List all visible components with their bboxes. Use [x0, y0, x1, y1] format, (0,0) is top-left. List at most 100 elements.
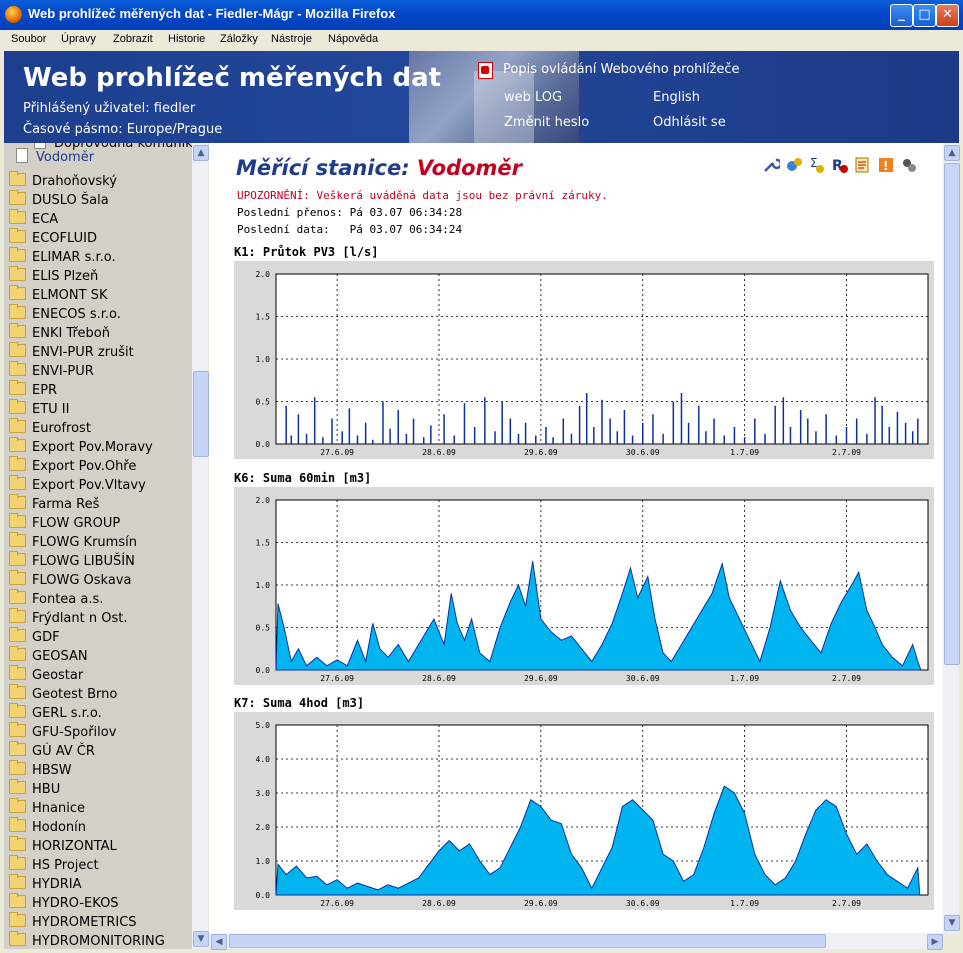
- tree-item[interactable]: Export Pov.Moravy: [9, 437, 153, 457]
- scroll-up-icon[interactable]: ▲: [193, 145, 209, 161]
- alarm-icon[interactable]: !: [877, 156, 895, 174]
- tree-item[interactable]: ELMONT SK: [9, 285, 107, 305]
- horizontal-scroll-thumb[interactable]: [229, 934, 826, 948]
- tree-item[interactable]: HS Project: [9, 855, 99, 875]
- tree-item[interactable]: Export Pov.Ohře: [9, 456, 136, 476]
- tree-item[interactable]: FLOW GROUP: [9, 513, 120, 533]
- folder-icon: [9, 209, 26, 224]
- folder-icon: [9, 779, 26, 794]
- tree-item[interactable]: HBSW: [9, 760, 72, 780]
- tree-item[interactable]: ELIMAR s.r.o.: [9, 247, 116, 267]
- tree-item[interactable]: HYDRIA: [9, 874, 82, 894]
- tree-item[interactable]: HORIZONTAL: [9, 836, 117, 856]
- sidebar-scrollbar[interactable]: ▲ ▼: [192, 143, 209, 949]
- tree-item[interactable]: FLOWG Krumsín: [9, 532, 137, 552]
- y-tick-label: 2.0: [256, 270, 271, 279]
- x-tick-label: 2.7.09: [832, 448, 861, 457]
- scroll-right-icon[interactable]: ▶: [927, 934, 943, 950]
- y-tick-label: 0.0: [256, 666, 271, 675]
- menu-napoveda[interactable]: Nápověda: [328, 33, 378, 45]
- tree-item[interactable]: ENECOS s.r.o.: [9, 304, 121, 324]
- tree-item[interactable]: ENVI-PUR: [9, 361, 94, 381]
- main-scroll-thumb[interactable]: [944, 163, 960, 665]
- close-button[interactable]: ✕: [936, 4, 959, 27]
- menu-upravy[interactable]: Úpravy: [61, 33, 96, 45]
- folder-icon: [9, 741, 26, 756]
- station-label: Měřící stanice:: [236, 156, 410, 180]
- maximize-button[interactable]: □: [913, 4, 936, 27]
- tree-item[interactable]: EPR: [9, 380, 57, 400]
- english-link[interactable]: English: [653, 90, 700, 105]
- scroll-down-icon[interactable]: ▼: [193, 931, 209, 947]
- tree-item[interactable]: DUSLO Šala: [9, 190, 109, 210]
- tree-item-label: Geostar: [32, 668, 84, 683]
- folder-icon: [9, 323, 26, 338]
- menu-soubor[interactable]: Soubor: [11, 33, 46, 45]
- tree-item[interactable]: ECOFLUID: [9, 228, 97, 248]
- tree-item[interactable]: ENVI-PUR zrušit: [9, 342, 134, 362]
- chart-k1-svg: 27.6.09 28.6.09 29.6.09 30.6.09 1.7.09 2.7.09…: [256, 270, 943, 457]
- tree-item-label: Hodonín: [32, 820, 87, 835]
- tree-item-label: GFU-Spořilov: [32, 725, 117, 740]
- horizontal-scrollbar[interactable]: ◀ ▶: [209, 933, 943, 950]
- y-tick-label: 0.0: [256, 440, 271, 449]
- tree-item[interactable]: Hodonín: [9, 817, 87, 837]
- tree-item[interactable]: Export Pov.Vltavy: [9, 475, 146, 495]
- tree-item[interactable]: Frýdlant n Ost.: [9, 608, 127, 628]
- gears-icon[interactable]: [785, 156, 803, 174]
- header-banner: Web prohlížeč měřených dat Přihlášený už…: [4, 51, 959, 143]
- tree-item[interactable]: Drahoňovský: [9, 171, 117, 191]
- notes-icon[interactable]: [854, 156, 872, 174]
- help-link[interactable]: Popis ovládání Webového prohlížeče: [503, 62, 740, 77]
- scroll-up-icon[interactable]: ▲: [944, 145, 960, 161]
- last-transfer: Poslední přenos: Pá 03.07 06:34:28: [237, 206, 463, 219]
- tree-item[interactable]: Geostar: [9, 665, 84, 685]
- tree-item[interactable]: ENKI Třeboň: [9, 323, 110, 343]
- menu-nastroje[interactable]: Nástroje: [271, 33, 312, 45]
- wrench-icon[interactable]: [762, 156, 780, 174]
- window-titlebar[interactable]: Web prohlížeč měřených dat - Fiedler-Mág…: [0, 0, 963, 30]
- weblog-link[interactable]: web LOG: [504, 90, 562, 105]
- menu-zalozky[interactable]: Záložky: [220, 33, 258, 45]
- menu-historie[interactable]: Historie: [168, 33, 205, 45]
- sigma-icon[interactable]: Σ: [808, 156, 826, 174]
- tree-item[interactable]: HYDROMONITORING: [9, 931, 165, 949]
- scroll-left-icon[interactable]: ◀: [211, 934, 227, 950]
- tree-item[interactable]: GÚ AV ČR: [9, 741, 95, 761]
- tree-item[interactable]: GEOSAN: [9, 646, 88, 666]
- tree-item[interactable]: HBU: [9, 779, 60, 799]
- tree-item[interactable]: ELIS Plzeň: [9, 266, 98, 286]
- tree-item[interactable]: Hnanice: [9, 798, 85, 818]
- settings-icon[interactable]: [900, 156, 918, 174]
- tree-item[interactable]: Farma Reš: [9, 494, 99, 514]
- tree-item-label: ECA: [32, 212, 59, 227]
- minimize-button[interactable]: _: [890, 4, 913, 27]
- sidebar-scroll-thumb[interactable]: [193, 371, 209, 457]
- tree-item-selected[interactable]: Vodoměr: [16, 148, 94, 167]
- tree-item[interactable]: HYDRO-EKOS: [9, 893, 119, 913]
- folder-icon: [9, 912, 26, 927]
- tree-item[interactable]: ECA: [9, 209, 59, 229]
- tree-item[interactable]: FLOWG LIBUŠÍN: [9, 551, 135, 571]
- tree-item[interactable]: FLOWG Oskava: [9, 570, 131, 590]
- tree-item[interactable]: HYDROMETRICS: [9, 912, 137, 932]
- x-tick-label: 27.6.09: [320, 899, 354, 908]
- chart-k7: 27.6.09 28.6.09 29.6.09 30.6.09 1.7.09 2.7.09…: [234, 712, 943, 910]
- tree-item[interactable]: GDF: [9, 627, 60, 647]
- tree-item[interactable]: GFU-Spořilov: [9, 722, 117, 742]
- tree-item[interactable]: Geotest Brno: [9, 684, 117, 704]
- logout-link[interactable]: Odhlásit se: [653, 115, 726, 130]
- tree-item[interactable]: GERL s.r.o.: [9, 703, 102, 723]
- scroll-down-icon[interactable]: ▼: [944, 915, 960, 931]
- report-icon[interactable]: R: [831, 156, 849, 174]
- tree-item-label: ENKI Třeboň: [32, 326, 110, 341]
- legal-warning: UPOZORNĚNÍ: Veškerá uváděná data jsou be…: [237, 189, 608, 202]
- main-scrollbar[interactable]: ▲ ▼: [943, 143, 960, 933]
- change-password-link[interactable]: Změnit heslo: [504, 115, 589, 130]
- tree-item-label: Drahoňovský: [32, 174, 117, 189]
- tree-item[interactable]: Eurofrost: [9, 418, 91, 438]
- tree-item[interactable]: Fontea a.s.: [9, 589, 103, 609]
- menu-zobrazit[interactable]: Zobrazit: [113, 33, 153, 45]
- tree-item[interactable]: ETU II: [9, 399, 69, 419]
- folder-icon: [9, 285, 26, 300]
